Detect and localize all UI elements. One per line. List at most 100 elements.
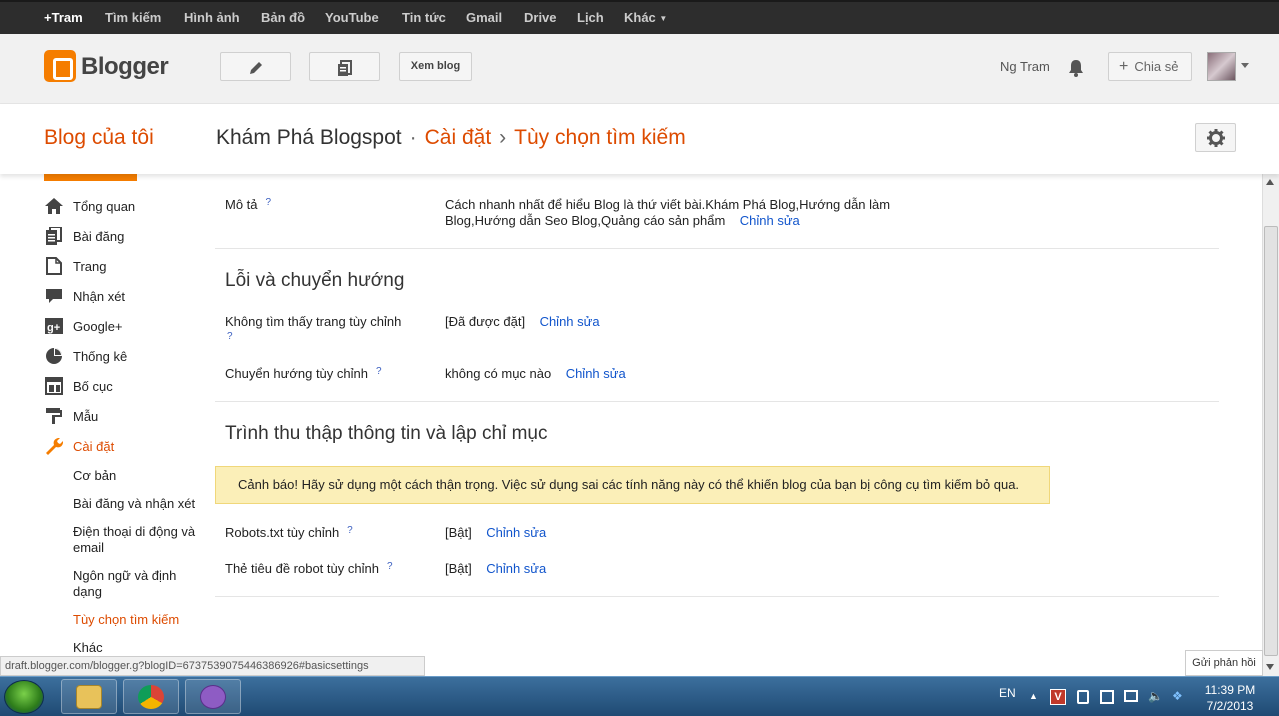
- google-bar: +Tram Tìm kiếm Hình ảnh Bản đồ YouTube T…: [0, 0, 1279, 34]
- posts-list-button[interactable]: [309, 52, 380, 81]
- speaker-icon[interactable]: 🔈: [1148, 689, 1163, 703]
- crawl-section-title: Trình thu thập thông tin và lập chỉ mục: [225, 423, 548, 444]
- description-value: Cách nhanh nhất để hiểu Blog là thứ viết…: [445, 197, 905, 229]
- blogger-header: Blogger Xem blog Ng Tram + Chia sẻ: [0, 34, 1279, 104]
- sidebar-sub-language-format[interactable]: Ngôn ngữ và định dạng: [73, 568, 203, 600]
- help-icon[interactable]: ?: [387, 561, 393, 572]
- robots-header-tags-value: [Bật] Chỉnh sửa: [445, 561, 547, 576]
- gbar-maps[interactable]: Bản đồ: [261, 10, 305, 25]
- breadcrumb-current: Tùy chọn tìm kiếm: [514, 126, 686, 149]
- gbar-gmail[interactable]: Gmail: [466, 10, 502, 25]
- comment-icon: [46, 289, 62, 303]
- posts-icon: [337, 60, 352, 76]
- robots-txt-value: [Bật] Chỉnh sửa: [445, 525, 547, 540]
- edit-redirect-link[interactable]: Chỉnh sửa: [566, 366, 626, 381]
- warning-banner: Cảnh báo! Hãy sử dụng một cách thận trọn…: [215, 466, 1050, 504]
- taskbar-messenger[interactable]: [185, 679, 241, 714]
- breadcrumb: Khám Phá Blogspot · Cài đặt › Tùy chọn tìm k…: [216, 126, 686, 150]
- gbar-news[interactable]: Tin tức: [402, 10, 446, 25]
- gbar-drive[interactable]: Drive: [524, 10, 557, 25]
- robots-header-tags-label: Thẻ tiêu đề robot tùy chỉnh?: [225, 561, 393, 576]
- scroll-down-arrow-icon[interactable]: [1266, 664, 1274, 670]
- page-icon: [46, 257, 62, 275]
- taskbar-chrome[interactable]: [123, 679, 179, 714]
- network-icon[interactable]: [1124, 690, 1138, 702]
- pencil-icon: [249, 62, 262, 74]
- gbar-images[interactable]: Hình ảnh: [184, 10, 240, 25]
- sidebar-sub-posts-comments[interactable]: Bài đăng và nhận xét: [73, 496, 203, 512]
- redirect-value: không có mục nào Chỉnh sửa: [445, 366, 626, 381]
- breadcrumb-dot: ·: [409, 126, 417, 149]
- gear-button[interactable]: [1195, 123, 1236, 152]
- taskbar-explorer[interactable]: [61, 679, 117, 714]
- messenger-icon: [200, 685, 226, 709]
- help-icon[interactable]: ?: [376, 366, 382, 377]
- help-icon[interactable]: ?: [227, 331, 233, 342]
- robots-txt-label: Robots.txt tùy chỉnh?: [225, 525, 353, 540]
- sidebar-sub-search-preferences[interactable]: Tùy chọn tìm kiếm: [73, 612, 203, 628]
- scroll-up-arrow-icon[interactable]: [1266, 179, 1274, 185]
- send-feedback-button[interactable]: Gửi phản hồi: [1185, 650, 1263, 676]
- system-clock[interactable]: 11:39 PM 7/2/2013: [1200, 682, 1260, 714]
- description-line-1: Cách nhanh nhất để hiểu Blog là thứ viết…: [445, 197, 891, 212]
- divider: [215, 248, 1219, 249]
- gbar-more[interactable]: Khác ▼: [624, 10, 667, 25]
- description-label: Mô tả?: [225, 197, 272, 212]
- gear-icon: [1206, 129, 1225, 147]
- device-tray-icon[interactable]: [1100, 690, 1114, 704]
- sidebar-sub-other[interactable]: Khác: [73, 640, 203, 656]
- bell-icon[interactable]: [1066, 58, 1086, 78]
- dropbox-icon[interactable]: ❖: [1172, 689, 1183, 703]
- start-button-icon[interactable]: [4, 680, 44, 714]
- new-blog-button-edge[interactable]: [44, 174, 137, 181]
- chevron-down-icon[interactable]: [1241, 63, 1249, 68]
- share-button[interactable]: + Chia sẻ: [1108, 52, 1192, 81]
- edit-robots-header-tags-link[interactable]: Chỉnh sửa: [486, 561, 546, 576]
- help-icon[interactable]: ?: [347, 525, 353, 536]
- chevron-down-icon: ▼: [659, 14, 668, 24]
- edit-not-found-link[interactable]: Chỉnh sửa: [540, 314, 600, 329]
- title-bar: Blog của tôi Khám Phá Blogspot · Cài đặt › T…: [0, 104, 1279, 174]
- breadcrumb-blog-name[interactable]: Khám Phá Blogspot: [216, 126, 402, 149]
- plus-icon: +: [1119, 58, 1129, 75]
- clock-time: 11:39 PM: [1204, 683, 1256, 697]
- gbar-calendar[interactable]: Lịch: [577, 10, 604, 25]
- redirect-label: Chuyển hướng tùy chỉnh?: [225, 366, 382, 381]
- breadcrumb-arrow: ›: [499, 126, 507, 149]
- google-plus-icon: g+: [45, 318, 63, 334]
- posts-icon: [46, 227, 62, 245]
- chrome-icon: [138, 685, 164, 709]
- not-found-label: Không tìm thấy trang tùy chỉnh ?: [225, 314, 402, 342]
- clock-date: 7/2/2013: [1206, 699, 1254, 713]
- antivirus-tray-icon[interactable]: V: [1050, 689, 1066, 705]
- gbar-plus-tram[interactable]: +Tram: [44, 10, 83, 25]
- new-post-button[interactable]: [220, 52, 291, 81]
- blogger-logo-text[interactable]: Blogger: [81, 53, 169, 81]
- edit-description-link[interactable]: Chỉnh sửa: [740, 213, 800, 228]
- my-blogs-link[interactable]: Blog của tôi: [44, 126, 154, 150]
- language-indicator[interactable]: EN: [999, 686, 1016, 700]
- errors-section-title: Lỗi và chuyển hướng: [225, 270, 405, 291]
- blogger-logo-icon[interactable]: [44, 50, 76, 82]
- sidebar-sub-basic[interactable]: Cơ bản: [73, 468, 203, 484]
- home-icon: [45, 198, 63, 214]
- description-line-2: Blog,Hướng dẫn Seo Blog,Quảng cáo sản ph…: [445, 213, 726, 228]
- sidebar-sub-mobile-email[interactable]: Điện thoại di động và email: [73, 524, 203, 556]
- folder-icon: [76, 685, 102, 709]
- view-blog-button[interactable]: Xem blog: [399, 52, 472, 81]
- user-name[interactable]: Ng Tram: [1000, 59, 1050, 74]
- divider: [215, 596, 1219, 597]
- show-hidden-icons-icon[interactable]: ▲: [1029, 691, 1038, 701]
- tray-app-icon[interactable]: [1077, 690, 1089, 704]
- svg-text:g+: g+: [47, 322, 60, 334]
- not-found-value: [Đã được đặt] Chỉnh sửa: [445, 314, 600, 329]
- edit-robots-txt-link[interactable]: Chỉnh sửa: [486, 525, 546, 540]
- scrollbar-thumb[interactable]: [1264, 226, 1278, 656]
- avatar[interactable]: [1207, 52, 1236, 81]
- breadcrumb-settings[interactable]: Cài đặt: [425, 126, 492, 149]
- gbar-search[interactable]: Tìm kiếm: [105, 10, 161, 25]
- wrench-icon: [46, 438, 63, 455]
- help-icon[interactable]: ?: [266, 197, 272, 208]
- status-bar-url: draft.blogger.com/blogger.g?blogID=67375…: [0, 656, 425, 676]
- gbar-youtube[interactable]: YouTube: [325, 10, 379, 25]
